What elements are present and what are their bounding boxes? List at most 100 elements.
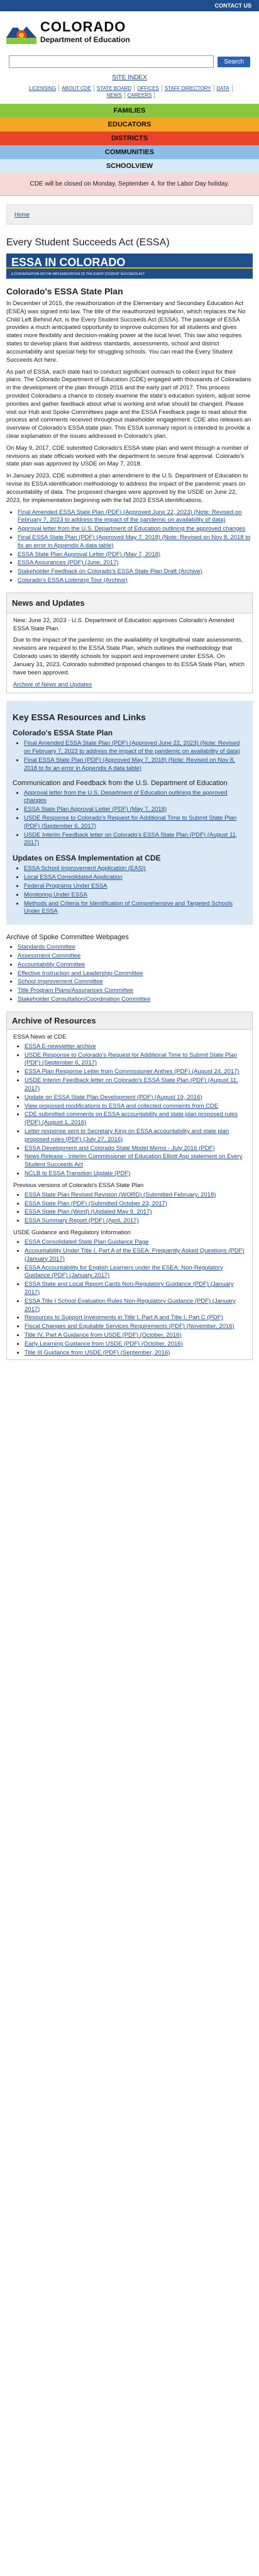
resource-link[interactable]: Approval letter from the U.S. Department…	[18, 525, 245, 532]
archive-usde-label: USDE Guidance and Regulatory Information	[13, 1229, 131, 1237]
resource-link[interactable]: Final Amended ESSA State Plan (PDF) (App…	[18, 509, 241, 524]
resource-link[interactable]: Standards Committee	[18, 944, 75, 951]
contact-us-link[interactable]: CONTACT US	[215, 3, 251, 9]
list-item: Early Learning Guidance from USDE (PDF) …	[25, 1341, 246, 1349]
resource-link[interactable]: Colorado's ESSA Listening Tour (Archive)	[18, 577, 128, 584]
utility-link[interactable]: DATA	[214, 85, 233, 92]
resource-link[interactable]: Effective Instruction and Leadership Com…	[18, 970, 143, 977]
resource-link[interactable]: ESSA State Plan Revised Revision (WORD) …	[25, 1191, 216, 1198]
list-item: Approval letter from the U.S. Department…	[24, 789, 246, 806]
list-item: Accountability Under Title I, Part A of …	[25, 1247, 246, 1264]
utility-link[interactable]: NEWS	[104, 92, 125, 99]
resource-link[interactable]: ESSA State Plan Approval Letter (PDF) (M…	[24, 806, 167, 813]
banner-subtitle: A CONVERSATION ON THE IMPLEMENTATION OF …	[11, 272, 145, 276]
resource-link[interactable]: USDE Response to Colorado's Request for …	[25, 1052, 237, 1067]
nav-item-schoolview[interactable]: SCHOOLVIEW	[0, 159, 259, 173]
resource-link[interactable]: View proposed modifications to ESSA and …	[25, 1103, 218, 1110]
breadcrumb: Home	[6, 204, 253, 225]
resource-link[interactable]: ESSA Assurances (PDF) (June, 2017)	[18, 559, 119, 566]
list-item: ESSA School Improvement Application (EAS…	[24, 865, 246, 873]
resource-link[interactable]: CDE submitted comments on ESSA accountab…	[25, 1111, 238, 1126]
key-comm-links: Approval letter from the U.S. Department…	[24, 789, 246, 848]
list-item: Final ESSA State Plan (PDF) (Approved Ma…	[18, 534, 253, 550]
resource-link[interactable]: ESSA State and Local Report Cards Non-Re…	[25, 1281, 234, 1296]
resource-link[interactable]: ESSA Title I School Evaluation Rules Non…	[25, 1298, 236, 1313]
resource-link[interactable]: USDE Response to Colorado's Request for …	[24, 815, 236, 830]
resource-link[interactable]: Final Amended ESSA State Plan (PDF) (App…	[24, 740, 240, 755]
resource-link[interactable]: ESSA Development and Colorado State Mode…	[25, 1145, 215, 1152]
nav-item-districts[interactable]: DISTRICTS	[0, 131, 259, 145]
list-item: NCLB to ESSA Transition Update (PDF)	[25, 1170, 246, 1178]
list-item: Title IV, Part A Guidance from USDE (PDF…	[25, 1332, 246, 1340]
search-input[interactable]	[9, 55, 214, 68]
resource-link[interactable]: Accountability Under Title I, Part A of …	[25, 1247, 245, 1263]
resource-link[interactable]: Stakeholder Feedback on Colorado's ESSA …	[18, 568, 202, 575]
utility-link[interactable]: ABOUT CDE	[59, 85, 94, 92]
search-button[interactable]: Search	[218, 56, 250, 67]
resource-link[interactable]: Local ESSA Consolidated Application	[24, 874, 123, 881]
utility-link[interactable]: LICENSING	[26, 85, 60, 92]
resource-link[interactable]: Title III Guidance from USDE (PDF) (Sept…	[25, 1349, 170, 1356]
utility-link[interactable]: CAREERS	[125, 92, 155, 99]
nav-item-communities[interactable]: COMMUNITIES	[0, 145, 259, 159]
resource-link[interactable]: News Release - Interim Commissioner of E…	[25, 1153, 242, 1168]
resource-link[interactable]: ESSA Summary Report (PDF) (April, 2017)	[25, 1217, 139, 1224]
list-item: ESSA E-newsletter archive	[25, 1043, 246, 1051]
news-archive-link[interactable]: Archive of News and Updates	[13, 681, 92, 688]
resource-link[interactable]: ESSA State Plan (Word) (Updated May 9, 2…	[25, 1208, 152, 1215]
utility-link[interactable]: STAFF DIRECTORY	[162, 85, 214, 92]
resource-link[interactable]: Letter response sent to Secretary King o…	[25, 1128, 229, 1143]
resource-link[interactable]: Final ESSA State Plan (PDF) (Approved Ma…	[24, 757, 235, 772]
resource-link[interactable]: ESSA Accountability for English Learners…	[25, 1264, 223, 1280]
plan-paragraph-3: On May 9, 2017, CDE submitted Colorado's…	[6, 444, 249, 468]
nav-item-educators[interactable]: EDUCATORS	[0, 118, 259, 131]
resource-link[interactable]: Title IV, Part A Guidance from USDE (PDF…	[25, 1332, 182, 1339]
page-title: Every Student Succeeds Act (ESSA)	[6, 237, 170, 248]
resource-link[interactable]: Federal Programs Under ESSA	[24, 883, 107, 889]
list-item: ESSA Consolidated State Plan Guidance Pa…	[25, 1239, 246, 1247]
resource-link[interactable]: ESSA School Improvement Application (EAS…	[24, 865, 146, 872]
spoke-heading: Archive of Spoke Committee Webpages	[6, 934, 129, 942]
utility-link[interactable]: STATE BOARD	[94, 85, 135, 92]
list-item: Final Amended ESSA State Plan (PDF) (App…	[24, 740, 246, 756]
key-resources-heading: Key ESSA Resources and Links	[13, 712, 146, 723]
resource-link[interactable]: ESSA Consolidated State Plan Guidance Pa…	[25, 1239, 149, 1246]
resource-link[interactable]: Resources to Support Investments in Titl…	[25, 1314, 223, 1321]
archive-news-label: ESSA News at CDE	[13, 1033, 67, 1040]
archive-news-links: ESSA E-newsletter archive USDE Response t…	[25, 1043, 246, 1178]
resource-link[interactable]: ESSA State Plan (PDF) (Submitted October…	[25, 1200, 167, 1207]
key-impl-heading: Updates on ESSA Implementation at CDE	[13, 854, 161, 863]
cde-logo[interactable]	[6, 19, 36, 44]
resource-link[interactable]: Update on ESSA State Plan Development (P…	[25, 1094, 202, 1101]
resource-link[interactable]: Assessment Committee	[18, 952, 80, 959]
resource-link[interactable]: Monitoring Under ESSA	[24, 891, 87, 898]
site-index-link[interactable]: SITE INDEX	[0, 74, 259, 81]
key-impl-links: ESSA School Improvement Application (EAS…	[24, 865, 246, 916]
resource-link[interactable]: Fiscal Changes and Equitable Services Re…	[25, 1323, 234, 1330]
resource-link[interactable]: Final ESSA State Plan (PDF) (Approved Ma…	[18, 534, 250, 549]
resource-link[interactable]: ESSA Plan Response Letter from Commissio…	[25, 1068, 240, 1075]
resource-link[interactable]: Approval letter from the U.S. Department…	[24, 789, 228, 805]
state-plan-heading: Colorado's ESSA State Plan	[6, 286, 123, 296]
resource-link[interactable]: NCLB to ESSA Transition Update (PDF)	[25, 1170, 130, 1177]
breadcrumb-home[interactable]: Home	[14, 211, 30, 218]
resource-link[interactable]: School Improvement Committee	[18, 978, 103, 985]
resource-link[interactable]: ESSA E-newsletter archive	[25, 1043, 96, 1050]
resource-link[interactable]: USDE Interim Feedback letter on Colorado…	[25, 1077, 238, 1092]
resource-link[interactable]: Accountability Committee	[18, 961, 85, 968]
list-item: Letter response sent to Secretary King o…	[25, 1128, 246, 1144]
top-bar: CONTACT US	[0, 0, 259, 11]
nav-item-families[interactable]: FAMILIES	[0, 104, 259, 118]
plan-paragraph-2: As part of ESSA, each state had to condu…	[6, 368, 251, 440]
list-item: USDE Response to Colorado's Request for …	[24, 815, 246, 831]
list-item: News Release - Interim Commissioner of E…	[25, 1153, 246, 1169]
resource-link[interactable]: Stakeholder Consultation/Coordination Co…	[18, 996, 150, 1003]
resource-link[interactable]: Methods and Criteria for Identification …	[24, 900, 233, 915]
resource-link[interactable]: Early Learning Guidance from USDE (PDF) …	[25, 1341, 183, 1347]
resource-link[interactable]: ESSA State Plan Approval Letter (PDF) (M…	[18, 551, 160, 558]
resource-link[interactable]: USDE Interim Feedback letter on Colorado…	[24, 832, 238, 847]
resource-link[interactable]: Title Program Plans/Assurances Committee	[18, 987, 133, 994]
site-index-label[interactable]: SITE INDEX	[112, 74, 147, 81]
list-item: Fiscal Changes and Equitable Services Re…	[25, 1323, 246, 1331]
utility-link[interactable]: OFFICES	[135, 85, 162, 92]
